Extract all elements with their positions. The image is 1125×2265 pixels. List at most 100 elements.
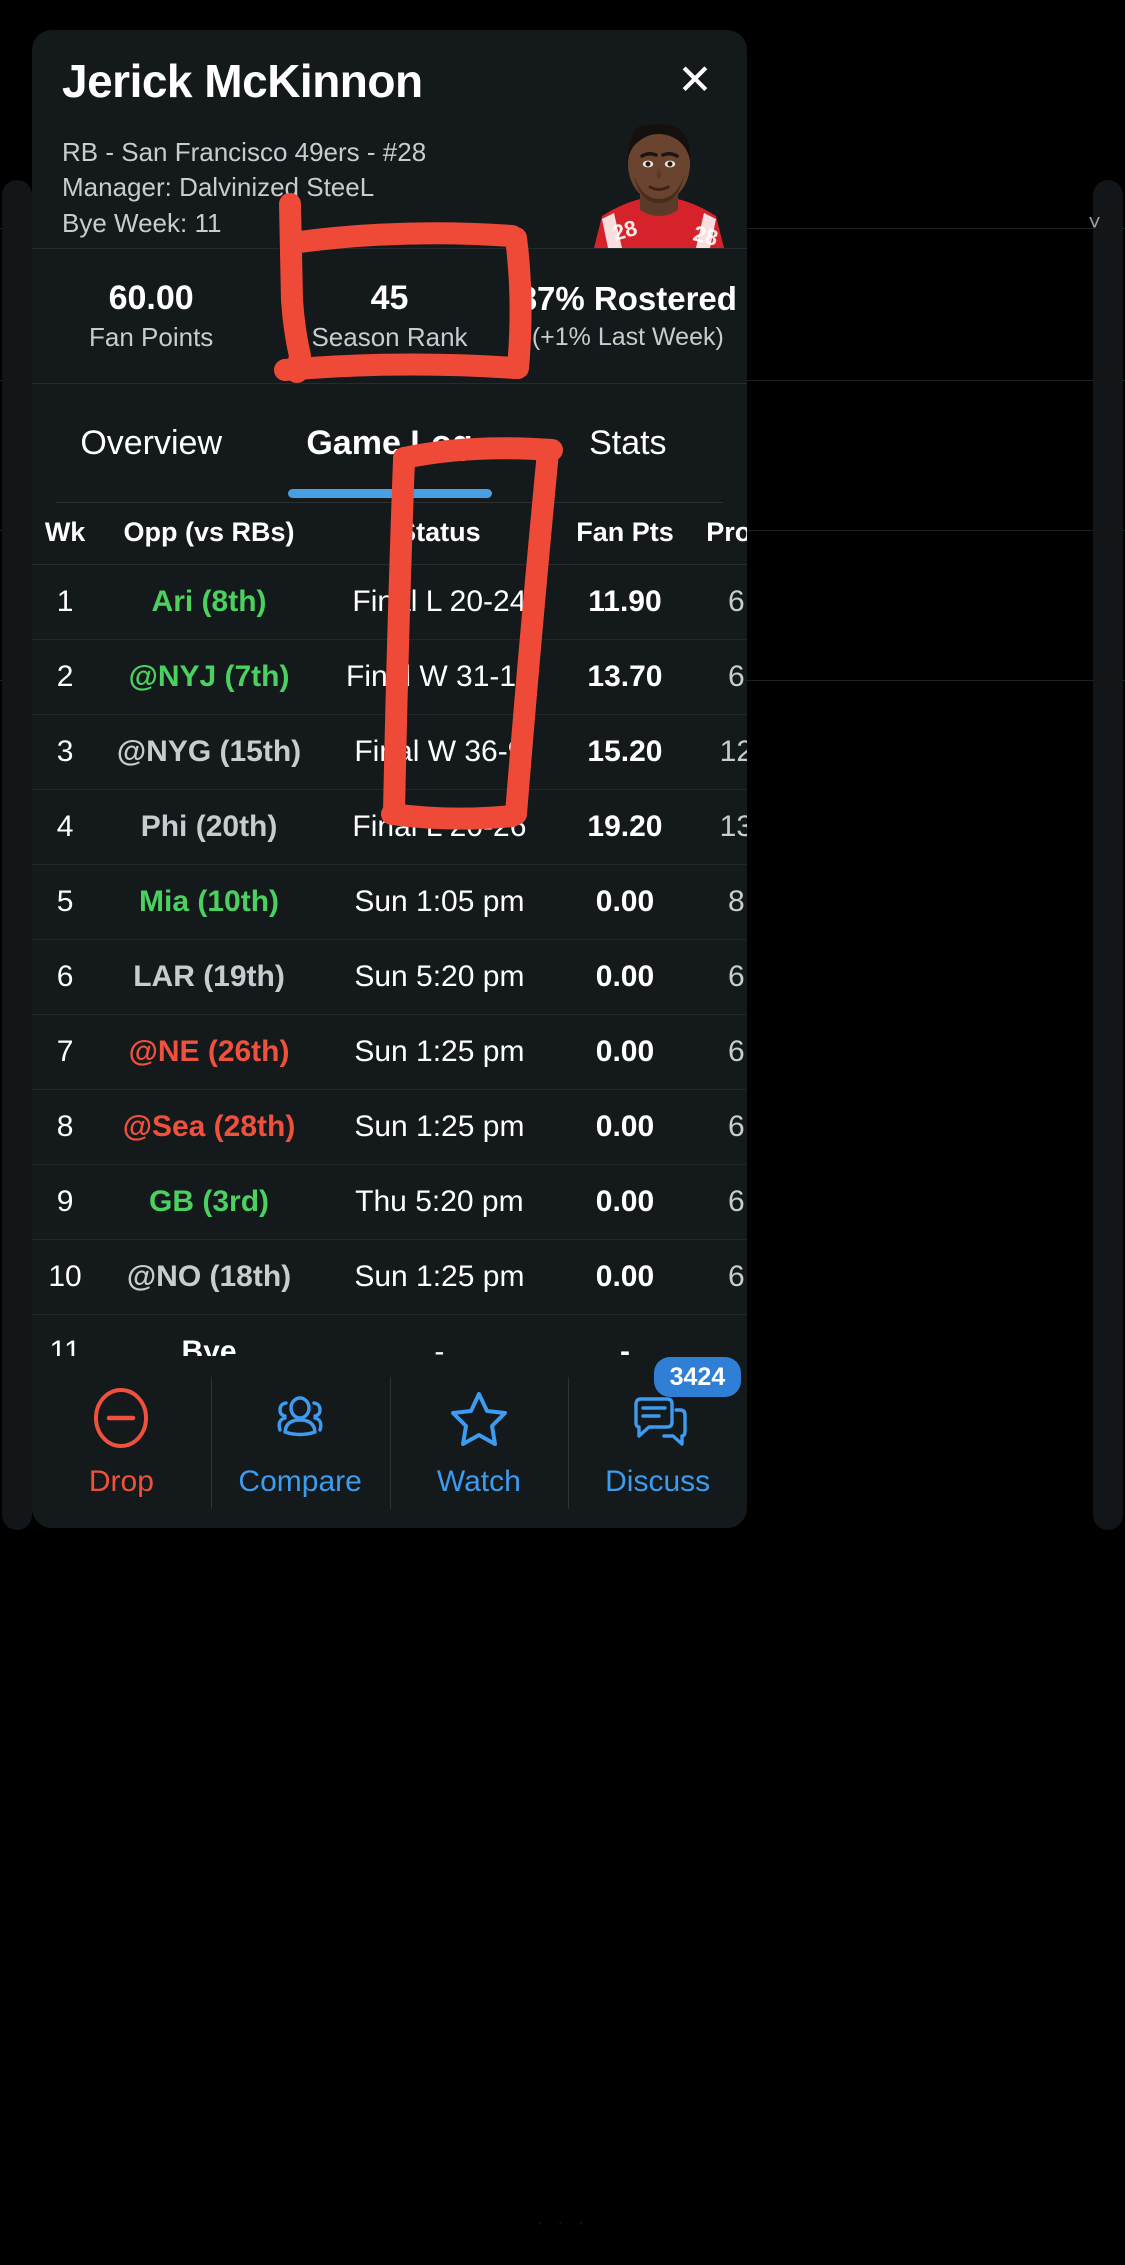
watch-button[interactable]: Watch (389, 1373, 569, 1513)
stat-value: 45 (370, 278, 409, 317)
cell-status: Final W 36-9 (354, 735, 525, 768)
cell-fan-points: 0.00 (595, 1110, 655, 1143)
table-row[interactable]: 4Phi (20th)Final L 20-2619.2013.870 (32, 790, 747, 865)
cell-status: Sun 1:05 pm (354, 885, 525, 918)
cell-opponent: @NO (18th) (126, 1260, 292, 1293)
cell-fan-points: 0.00 (595, 960, 655, 993)
cell-week: 6 (56, 960, 74, 993)
cell-proj-points: 12.58 (719, 735, 747, 768)
cell-proj-points: 6.55 (728, 660, 747, 693)
cell-status: Sun 1:25 pm (354, 1035, 525, 1068)
cell-fan-points: 15.20 (587, 735, 663, 768)
stat-season-rank: 45 Season Rank (270, 277, 508, 355)
col-opp[interactable]: Opp (vs RBs) (98, 503, 320, 565)
table-row[interactable]: 9GB (3rd)Thu 5:20 pm0.006.620 (32, 1165, 747, 1240)
cell-status: Thu 5:20 pm (355, 1185, 524, 1218)
tab-bar: Overview Game Log Stats (32, 384, 747, 502)
chevron-down-icon: ˅ (1088, 210, 1101, 235)
discuss-button[interactable]: 3424 Discuss (568, 1356, 747, 1513)
cell-week: 2 (56, 660, 74, 693)
close-icon[interactable]: ✕ (669, 54, 721, 106)
table-row[interactable]: 8@Sea (28th)Sun 1:25 pm0.006.290 (32, 1090, 747, 1165)
cell-status: Final L 20-24 (352, 585, 527, 618)
stat-rostered: 87% Rostered (+1% Last Week) (509, 278, 747, 354)
modal-header: Jerick McKinnon ✕ RB - San Francisco 49e… (32, 30, 747, 248)
cell-proj-points: 6.15 (728, 1260, 747, 1293)
cell-opponent: @Sea (28th) (122, 1110, 296, 1143)
cell-week: 7 (56, 1035, 74, 1068)
drop-button[interactable]: Drop (32, 1373, 211, 1513)
cell-proj-points: 6.29 (728, 1110, 747, 1143)
cell-opponent: @NE (26th) (128, 1035, 290, 1068)
screen: ˅ · · · Jerick McKinnon ✕ RB - San Franc… (0, 0, 1125, 2265)
cell-fan-points: 19.20 (587, 810, 663, 843)
cell-opponent: GB (3rd) (149, 1185, 270, 1218)
stat-fan-points: 60.00 Fan Points (32, 277, 270, 355)
table-row[interactable]: 3@NYG (15th)Final W 36-915.2012.580 (32, 715, 747, 790)
stat-label: Season Rank (311, 322, 468, 353)
table-row[interactable]: 2@NYJ (7th)Final W 31-1313.706.550 (32, 640, 747, 715)
col-status[interactable]: Status (320, 503, 559, 565)
tab-game-log[interactable]: Game Log (270, 424, 508, 463)
cell-status: Sun 1:25 pm (354, 1260, 525, 1293)
cell-fan-points: 0.00 (595, 1185, 655, 1218)
game-log-table: Wk Opp (vs RBs) Status Fan Pts Proj Pts … (32, 503, 747, 1379)
cell-proj-points: 6.34 (728, 1035, 747, 1068)
tab-stats[interactable]: Stats (509, 424, 747, 463)
cell-week: 4 (56, 810, 74, 843)
cell-opponent: Mia (10th) (139, 885, 280, 918)
action-bar: Drop Compare Watch 3424 Discuss (32, 1356, 747, 1528)
cell-status: Sun 1:25 pm (354, 1110, 525, 1143)
cell-fan-points: 0.00 (595, 1260, 655, 1293)
table-row[interactable]: 5Mia (10th)Sun 1:05 pm0.008.400 (32, 865, 747, 940)
svg-text:28: 28 (691, 221, 721, 248)
cell-week: 3 (56, 735, 74, 768)
cell-fan-points: 0.00 (595, 885, 655, 918)
action-label: Compare (238, 1465, 362, 1498)
cell-week: 9 (56, 1185, 74, 1218)
cell-proj-points: 6.62 (728, 1185, 747, 1218)
cell-proj-points: 6.00 (728, 585, 747, 618)
cell-opponent: LAR (19th) (133, 960, 285, 993)
stat-value: 60.00 (108, 278, 194, 317)
tab-overview[interactable]: Overview (32, 424, 270, 463)
cell-week: 10 (48, 1260, 82, 1293)
table-header: Wk Opp (vs RBs) Status Fan Pts Proj Pts … (32, 503, 747, 565)
cell-week: 1 (56, 585, 74, 618)
table-row[interactable]: 10@NO (18th)Sun 1:25 pm0.006.150 (32, 1240, 747, 1315)
action-label: Drop (88, 1465, 154, 1498)
table-row[interactable]: 6LAR (19th)Sun 5:20 pm0.006.790 (32, 940, 747, 1015)
stat-value: 87% Rostered (518, 280, 737, 318)
cell-week: 5 (56, 885, 74, 918)
page-title: Jerick McKinnon (62, 55, 423, 107)
stat-label: Fan Points (89, 322, 214, 353)
cell-status: Final L 20-26 (352, 810, 527, 843)
col-fan-pts[interactable]: Fan Pts (559, 503, 691, 565)
cell-fan-points: 11.90 (588, 585, 662, 618)
cell-opponent: @NYG (15th) (116, 735, 302, 768)
cell-fan-points: 13.70 (587, 660, 663, 693)
stats-strip: 60.00 Fan Points 45 Season Rank 87% Rost… (32, 249, 747, 383)
cell-opponent: @NYJ (7th) (128, 660, 290, 693)
cell-opponent: Ari (8th) (151, 585, 267, 618)
cell-status: Sun 5:20 pm (354, 960, 525, 993)
table-body: 1Ari (8th)Final L 20-2411.906.0002@NYJ (… (32, 565, 747, 1380)
background-footer-text: · · · (536, 2212, 589, 2234)
star-outline-icon (447, 1386, 511, 1455)
table-row[interactable]: 1Ari (8th)Final L 20-2411.906.000 (32, 565, 747, 640)
col-proj-pts[interactable]: Proj Pts (691, 503, 747, 565)
col-wk[interactable]: Wk (32, 503, 98, 565)
cell-proj-points: 13.87 (719, 810, 747, 843)
game-log-table-wrap[interactable]: Wk Opp (vs RBs) Status Fan Pts Proj Pts … (32, 503, 747, 1379)
cell-opponent: Phi (20th) (140, 810, 278, 843)
table-row[interactable]: 7@NE (26th)Sun 1:25 pm0.006.340 (32, 1015, 747, 1090)
cell-status: Final W 31-13 (346, 660, 533, 693)
discuss-badge: 3424 (653, 1356, 742, 1397)
cell-week: 8 (56, 1110, 74, 1143)
table-header-row: Wk Opp (vs RBs) Status Fan Pts Proj Pts … (32, 503, 747, 565)
cell-fan-points: 0.00 (595, 1035, 655, 1068)
people-group-icon (268, 1386, 332, 1455)
minus-circle-icon (89, 1386, 153, 1455)
compare-button[interactable]: Compare (210, 1373, 390, 1513)
action-label: Discuss (605, 1465, 711, 1498)
